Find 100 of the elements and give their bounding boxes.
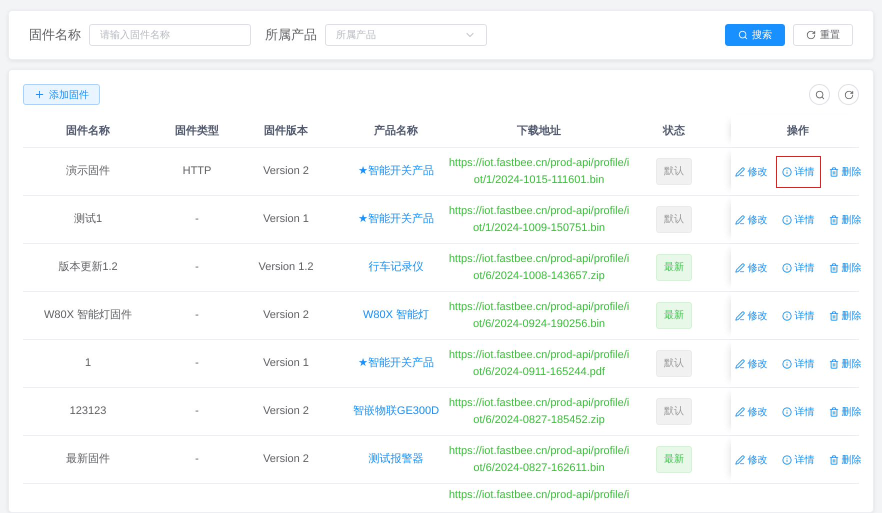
edit-button[interactable]: 修改	[728, 300, 774, 332]
info-icon	[782, 214, 792, 224]
download-url[interactable]: https://iot.fastbee.cn/prod-api/profile/i ot/1/2024-1015-111601.bin	[448, 154, 630, 188]
column-header: 固件名称	[66, 124, 110, 138]
detail-button[interactable]: 详情	[776, 252, 820, 284]
add-button[interactable]: 添加固件	[23, 84, 100, 105]
field-label: 固件名称	[29, 26, 81, 44]
table-cell-text: W80X 智能灯固件	[44, 308, 132, 323]
delete-button[interactable]: 删除	[822, 348, 868, 380]
refresh-button[interactable]	[838, 84, 859, 105]
table-cell-text: -	[195, 308, 199, 323]
download-url[interactable]: https://iot.fastbee.cn/prod-api/profile/i ot/1/2024-1009-150751.bin	[448, 202, 630, 236]
info-icon	[782, 166, 792, 176]
column-header: 固件版本	[264, 124, 308, 138]
reset-button[interactable]: 重置	[793, 24, 853, 46]
table-cell-text: 123123	[70, 404, 106, 419]
detail-button[interactable]: 详情	[776, 348, 820, 380]
column-header: 固件类型	[175, 124, 219, 138]
pencil-icon	[734, 310, 744, 320]
delete-button[interactable]: 删除	[822, 156, 868, 188]
download-url[interactable]: https://iot.fastbee.cn/prod-api/profile/i ot/6/2024-1008-143657.zip	[448, 250, 630, 284]
detail-button[interactable]: 详情	[776, 204, 820, 236]
trash-icon	[828, 454, 838, 464]
table-cell-text: 1	[84, 356, 92, 371]
column-header: 下载地址	[517, 124, 561, 138]
trash-icon	[828, 310, 838, 320]
table-cell-text: 版本更新1.2	[58, 260, 118, 275]
pencil-icon	[734, 406, 744, 416]
info-icon	[782, 262, 792, 272]
search-button[interactable]: 搜索	[725, 24, 785, 46]
status-tag: 默认	[656, 206, 692, 233]
pencil-icon	[734, 166, 744, 176]
download-url[interactable]: https://iot.fastbee.cn/prod-api/profile/i ot/6/2024-0924-190256.bin	[448, 298, 630, 332]
table-cell-text: -	[195, 404, 199, 419]
trash-icon	[828, 358, 838, 368]
table-cell-text: HTTP	[182, 164, 212, 179]
table-cell-text: 最新固件	[66, 452, 110, 467]
product-link[interactable]: ★智能开关产品	[358, 211, 434, 228]
table-cell-text: Version 2	[263, 164, 309, 179]
table-cell-text: -	[195, 452, 199, 467]
table-cell-text: -	[195, 260, 199, 275]
download-url[interactable]: https://iot.fastbee.cn/prod-api/profile/i ot/6/2024-0911-165244.pdf	[448, 346, 630, 380]
plus-icon	[34, 89, 45, 100]
pencil-icon	[734, 214, 744, 224]
trash-icon	[828, 262, 838, 272]
status-tag: 最新	[656, 302, 692, 329]
info-icon	[782, 358, 792, 368]
product-link[interactable]: ★智能开关产品	[358, 355, 434, 372]
delete-button[interactable]: 删除	[822, 396, 868, 428]
table-cell-text: Version 1	[263, 212, 309, 227]
column-header: 状态	[663, 124, 685, 138]
status-tag: 最新	[656, 254, 692, 281]
select-field[interactable]: 所属产品	[325, 24, 487, 46]
product-link[interactable]: W80X 智能灯	[362, 307, 429, 324]
info-icon	[782, 310, 792, 320]
product-link[interactable]: 测试报警器	[368, 451, 424, 468]
table-cell-text: -	[195, 356, 199, 371]
product-link[interactable]: 行车记录仪	[368, 259, 424, 276]
detail-button[interactable]: 详情	[776, 300, 820, 332]
status-tag: 最新	[656, 446, 692, 473]
pencil-icon	[734, 262, 744, 272]
download-url[interactable]: https://iot.fastbee.cn/prod-api/profile/i ot/6/2024-0827-162611.bin	[448, 442, 630, 476]
table-cell-text: Version 1	[263, 356, 309, 371]
detail-button[interactable]: 详情	[776, 396, 820, 428]
status-tag: 默认	[656, 350, 692, 377]
edit-button[interactable]: 修改	[728, 444, 774, 476]
edit-button[interactable]: 修改	[728, 396, 774, 428]
detail-button[interactable]: 详情	[776, 444, 820, 476]
delete-button[interactable]: 删除	[822, 444, 868, 476]
table-cell-text: Version 2	[263, 404, 309, 419]
info-icon	[782, 454, 792, 464]
download-url[interactable]: https://iot.fastbee.cn/prod-api/profile/i ot/6/2024-0827-185452.zip	[448, 394, 630, 428]
delete-button[interactable]: 删除	[822, 252, 868, 284]
trash-icon	[828, 214, 838, 224]
edit-button[interactable]: 修改	[728, 204, 774, 236]
search-icon	[738, 30, 748, 40]
search-icon	[814, 90, 824, 100]
product-link[interactable]: 智嵌物联GE300D	[352, 403, 440, 420]
trash-icon	[828, 166, 838, 176]
input-field[interactable]: 请输入固件名称	[89, 24, 251, 46]
search-button[interactable]	[809, 84, 830, 105]
detail-button[interactable]: 详情	[776, 156, 820, 188]
edit-button[interactable]: 修改	[728, 252, 774, 284]
edit-button[interactable]: 修改	[728, 156, 774, 188]
delete-button[interactable]: 删除	[822, 300, 868, 332]
download-url[interactable]: https://iot.fastbee.cn/prod-api/profile/i	[448, 487, 630, 504]
product-link[interactable]: ★智能开关产品	[358, 163, 434, 180]
table-cell-text: Version 1.2	[258, 260, 314, 275]
table-cell-text: Version 2	[263, 452, 309, 467]
column-header: 产品名称	[374, 124, 418, 138]
edit-button[interactable]: 修改	[728, 348, 774, 380]
refresh-icon	[806, 30, 816, 40]
status-tag: 默认	[656, 398, 692, 425]
field-label: 所属产品	[265, 26, 317, 44]
pencil-icon	[734, 454, 744, 464]
refresh-icon	[844, 90, 854, 100]
table-cell-text: -	[195, 212, 199, 227]
delete-button[interactable]: 删除	[822, 204, 868, 236]
status-tag: 默认	[656, 158, 692, 185]
table-cell-text: 测试1	[74, 212, 102, 227]
